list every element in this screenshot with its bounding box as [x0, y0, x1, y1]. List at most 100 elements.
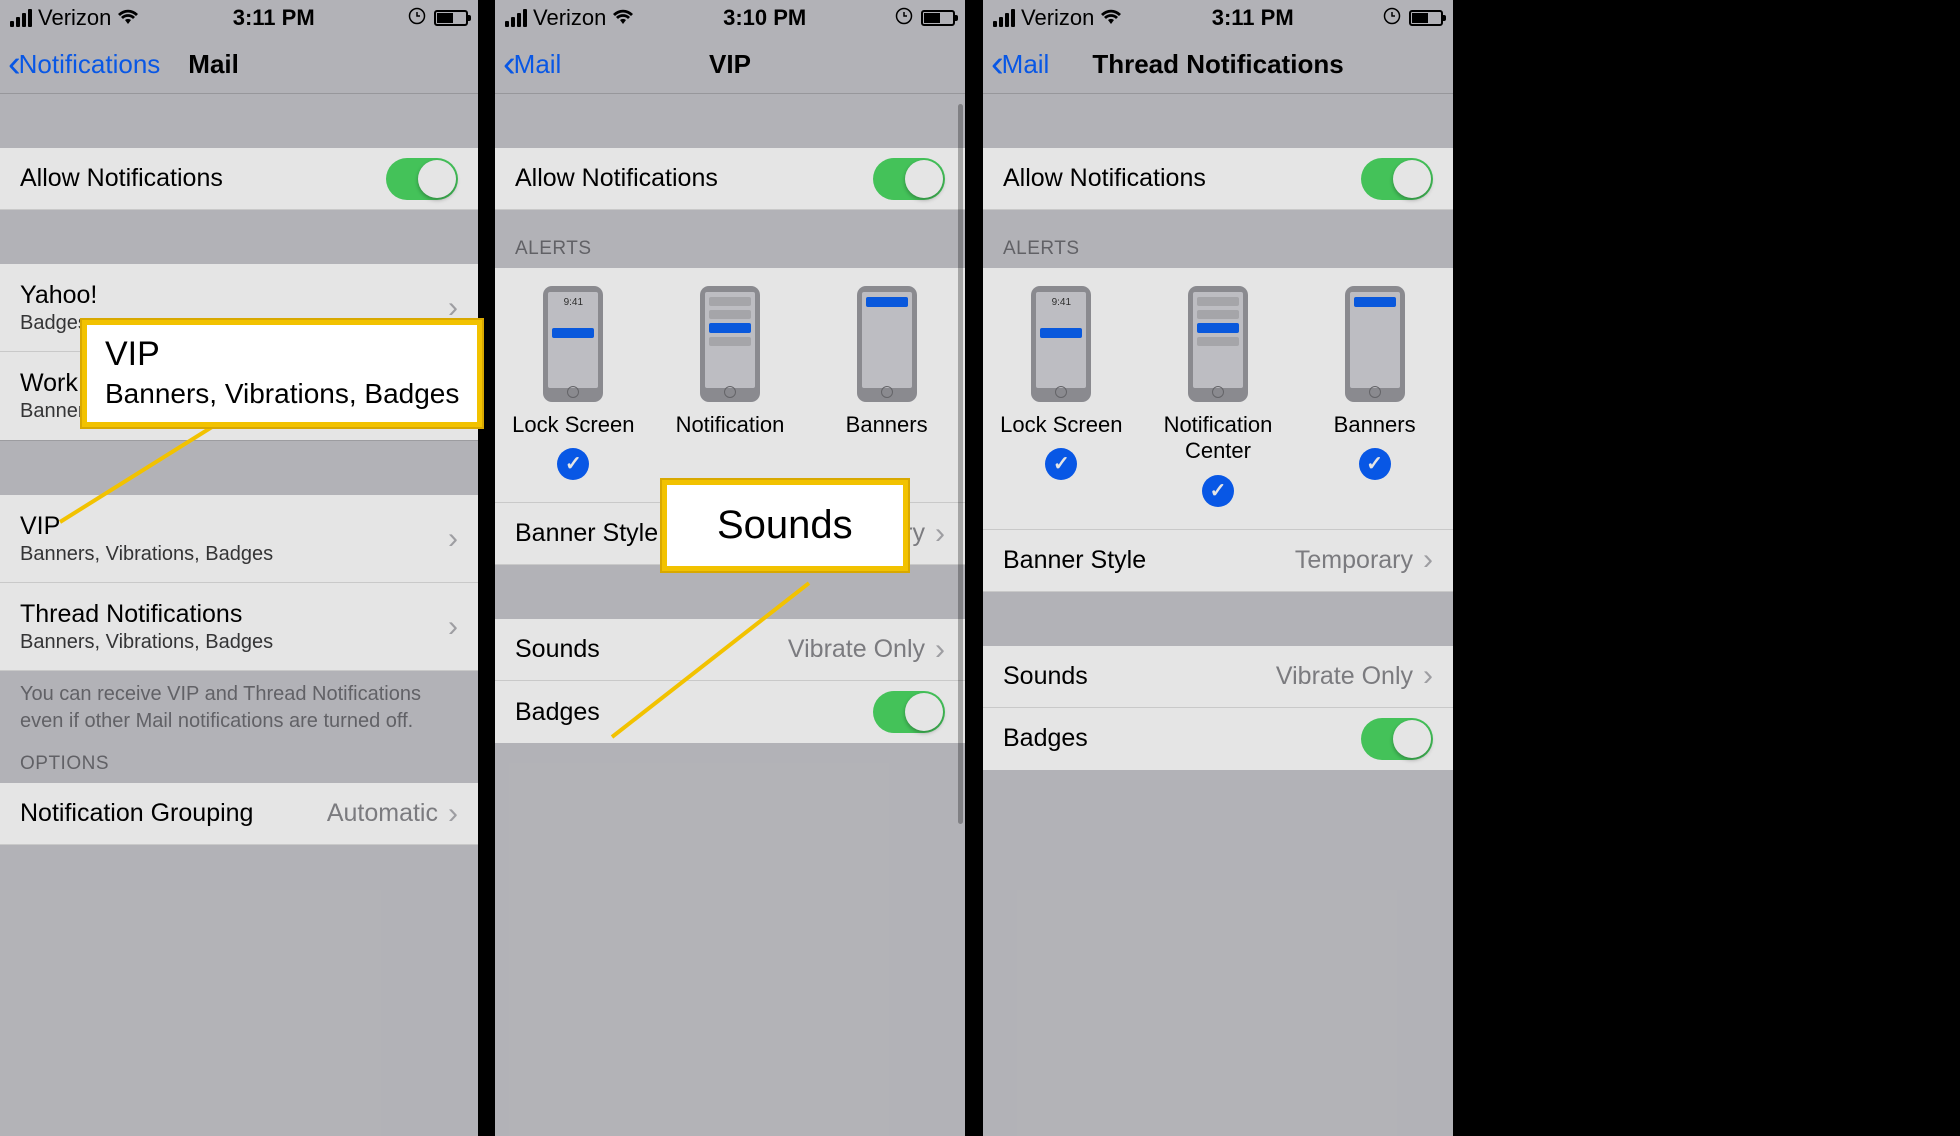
thread-name: Thread Notifications — [20, 600, 273, 629]
battery-icon — [921, 10, 955, 26]
page-title: VIP — [495, 49, 965, 80]
status-time: 3:11 PM — [233, 5, 315, 31]
sounds-row[interactable]: Sounds Vibrate Only › — [495, 619, 965, 681]
rotation-lock-icon — [408, 7, 426, 30]
nav-bar: ‹ Notifications Mail — [0, 36, 478, 94]
signal-bars-icon — [10, 9, 32, 27]
alert-option-lockscreen[interactable]: 9:41 Lock Screen ✓ — [984, 286, 1139, 507]
check-icon: ✓ — [1202, 475, 1234, 507]
allow-notifications-row[interactable]: Allow Notifications — [495, 148, 965, 210]
page-title: Thread Notifications — [983, 49, 1453, 80]
alert-option-banners[interactable]: Banners ✓ — [1297, 286, 1452, 507]
wifi-icon — [1100, 9, 1122, 28]
allow-label: Allow Notifications — [20, 164, 223, 193]
back-label: Notifications — [19, 49, 161, 80]
explain-text: You can receive VIP and Thread Notificat… — [0, 671, 478, 745]
allow-notifications-row[interactable]: Allow Notifications — [983, 148, 1453, 210]
signal-bars-icon — [505, 9, 527, 27]
check-icon: ✓ — [1045, 448, 1077, 480]
scrollbar[interactable] — [958, 104, 963, 824]
account-name: Yahoo! — [20, 281, 97, 310]
back-label: Mail — [1002, 49, 1050, 80]
screenshot-mail-settings: Verizon 3:11 PM ‹ Notifications Mail Al — [0, 0, 478, 1136]
banners-preview-icon — [1345, 286, 1405, 402]
banner-style-label: Banner Style — [515, 519, 658, 548]
rotation-lock-icon — [895, 7, 913, 30]
alert-option-banners[interactable]: Banners — [809, 286, 964, 480]
chevron-right-icon: › — [1423, 659, 1433, 693]
notification-grouping-row[interactable]: Notification Grouping Automatic › — [0, 783, 478, 845]
lockscreen-preview-icon: 9:41 — [543, 286, 603, 402]
alert-option-notification-center[interactable]: Notification Center ✓ — [1140, 286, 1295, 507]
chevron-right-icon: › — [448, 610, 458, 644]
status-bar: Verizon 3:11 PM — [0, 0, 478, 36]
badges-row[interactable]: Badges — [983, 708, 1453, 770]
sounds-value: Vibrate Only — [1276, 662, 1413, 691]
alerts-header: ALERTS — [983, 210, 1453, 268]
back-button[interactable]: ‹ Mail — [503, 49, 561, 80]
callout-vip: VIP Banners, Vibrations, Badges — [82, 320, 482, 427]
badges-toggle[interactable] — [873, 691, 945, 733]
badges-label: Badges — [1003, 724, 1088, 753]
grouping-value: Automatic — [327, 799, 438, 828]
chevron-right-icon: › — [935, 517, 945, 551]
allow-toggle[interactable] — [1361, 158, 1433, 200]
chevron-right-icon: › — [1423, 543, 1433, 577]
vip-detail: Banners, Vibrations, Badges — [20, 543, 273, 566]
alert-label: Notification — [676, 412, 785, 438]
banner-style-label: Banner Style — [1003, 546, 1146, 575]
badges-row[interactable]: Badges — [495, 681, 965, 743]
sounds-row[interactable]: Sounds Vibrate Only› — [983, 646, 1453, 708]
alert-label: Banners — [846, 412, 928, 438]
status-bar: Verizon 3:11 PM — [983, 0, 1453, 36]
callout-sub: Banners, Vibrations, Badges — [105, 378, 459, 410]
battery-icon — [1409, 10, 1443, 26]
alert-label: Notification Center — [1140, 412, 1295, 465]
banner-style-value: Temporary — [1295, 546, 1413, 575]
alerts-header: ALERTS — [495, 210, 965, 268]
sounds-label: Sounds — [515, 635, 600, 664]
banner-style-row[interactable]: Banner Style Temporary › — [983, 530, 1453, 592]
callout-title: VIP — [105, 335, 459, 374]
vip-name: VIP — [20, 512, 273, 541]
page-title: Mail — [188, 49, 239, 80]
wifi-icon — [612, 9, 634, 28]
back-label: Mail — [514, 49, 562, 80]
status-bar: Verizon 3:10 PM — [495, 0, 965, 36]
alert-label: Lock Screen — [1000, 412, 1122, 438]
check-icon: ✓ — [557, 448, 589, 480]
banners-preview-icon — [857, 286, 917, 402]
nav-bar: ‹ Mail VIP — [495, 36, 965, 94]
sounds-value: Vibrate Only — [788, 635, 925, 664]
badges-label: Badges — [515, 698, 600, 727]
alert-option-lockscreen[interactable]: 9:41 Lock Screen ✓ — [496, 286, 651, 480]
options-header: OPTIONS — [0, 745, 478, 783]
allow-toggle[interactable] — [386, 158, 458, 200]
allow-label: Allow Notifications — [1003, 164, 1206, 193]
chevron-right-icon: › — [935, 633, 945, 667]
lockscreen-preview-icon: 9:41 — [1031, 286, 1091, 402]
badges-toggle[interactable] — [1361, 718, 1433, 760]
screenshot-thread-notifications-settings: Verizon 3:11 PM ‹ Mail Thread Notificati… — [983, 0, 1453, 1136]
thread-notifications-row[interactable]: Thread Notifications Banners, Vibrations… — [0, 583, 478, 671]
carrier-label: Verizon — [38, 5, 111, 31]
signal-bars-icon — [993, 9, 1015, 27]
back-button[interactable]: ‹ Mail — [991, 49, 1049, 80]
allow-toggle[interactable] — [873, 158, 945, 200]
notification-center-preview-icon — [1188, 286, 1248, 402]
vip-row[interactable]: VIP Banners, Vibrations, Badges › — [0, 495, 478, 583]
allow-notifications-row[interactable]: Allow Notifications — [0, 148, 478, 210]
status-time: 3:10 PM — [723, 5, 806, 31]
wifi-icon — [117, 9, 139, 28]
alert-option-notification-center[interactable]: Notification — [652, 286, 807, 480]
rotation-lock-icon — [1383, 7, 1401, 30]
account-detail: Banner — [20, 400, 85, 423]
back-button[interactable]: ‹ Notifications — [8, 49, 160, 80]
battery-icon — [434, 10, 468, 26]
callout-title: Sounds — [717, 503, 853, 548]
notification-center-preview-icon — [700, 286, 760, 402]
nav-bar: ‹ Mail Thread Notifications — [983, 36, 1453, 94]
status-time: 3:11 PM — [1212, 5, 1294, 31]
grouping-label: Notification Grouping — [20, 799, 253, 828]
alert-style-picker: 9:41 Lock Screen ✓ Notification Center ✓… — [983, 268, 1453, 530]
